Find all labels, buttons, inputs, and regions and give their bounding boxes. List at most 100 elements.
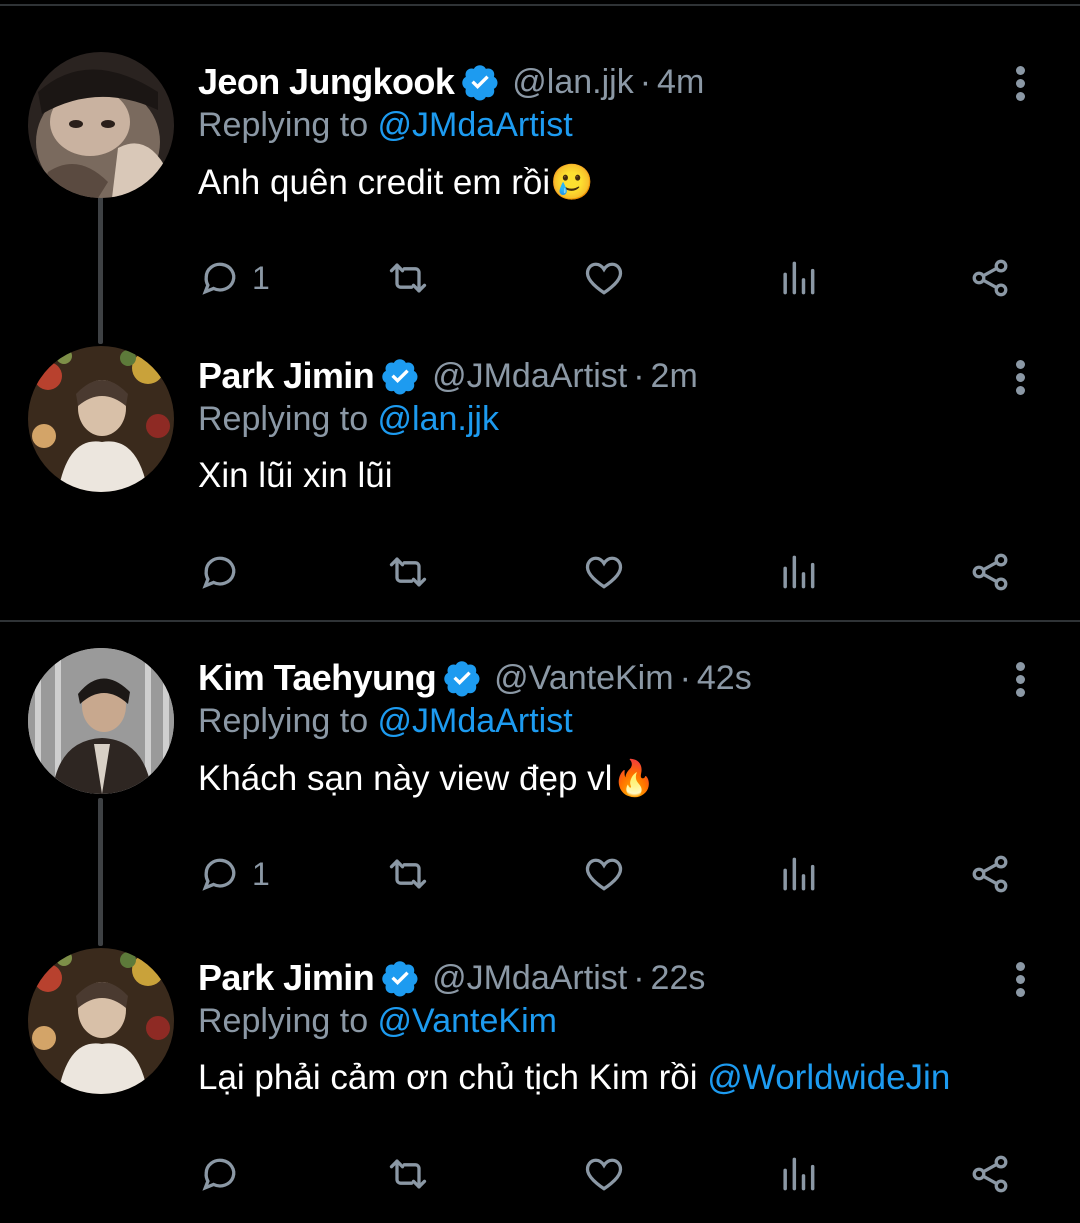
share-button[interactable] [968,542,1012,602]
tweet-text: Khách sạn này view đẹp vl🔥 [198,758,656,799]
verified-badge-icon [380,356,420,396]
replying-to-mention[interactable]: @VanteKim [378,1002,557,1040]
tweet[interactable]: Park Jimin @JMdaArtist · 22s Replying to @… [0,948,1080,1223]
tweet[interactable]: Jeon Jungkook @lan.jjk · 4m Replying to @J… [0,52,1080,352]
avatar[interactable] [28,346,174,492]
handle-and-time: @VanteKim · 42s [494,659,752,698]
replying-to-mention[interactable]: @JMdaArtist [378,702,573,740]
like-button[interactable] [582,844,626,904]
retweet-icon [389,557,427,587]
retweet-button[interactable] [386,1144,430,1204]
like-button[interactable] [582,1144,626,1204]
avatar-image-taehyung [28,648,174,794]
display-name[interactable]: Park Jimin [198,957,375,999]
retweet-icon [389,859,427,889]
heart-icon [585,556,623,589]
action-bar [198,542,1018,602]
replying-to-mention[interactable]: @lan.jjk [378,400,499,438]
tweet-header: Kim Taehyung @VanteKim · 42s [198,654,752,702]
more-vertical-icon[interactable] [1006,658,1036,702]
share-icon [972,553,1008,591]
reply-bubble-icon [202,262,236,295]
timestamp[interactable]: 4m [657,63,704,101]
top-divider [0,4,1080,6]
views-button[interactable] [776,248,820,308]
more-vertical-icon[interactable] [1006,356,1036,400]
reply-button[interactable] [198,542,252,602]
tweet-text: Anh quên credit em rồi🥲 [198,162,594,203]
replying-to-mention[interactable]: @JMdaArtist [378,106,573,144]
like-button[interactable] [582,248,626,308]
tweet-text-content: Lại phải cảm ơn chủ tịch Kim rồi [198,1058,708,1097]
handle[interactable]: @JMdaArtist [432,357,627,395]
action-bar: 1 [198,248,1018,308]
reply-button[interactable]: 1 [198,248,270,308]
verified-badge-icon [442,658,482,698]
more-vertical-icon[interactable] [1006,62,1036,106]
tweet-header: Park Jimin @JMdaArtist · 2m [198,352,698,400]
separator-dot: · [679,658,691,697]
retweet-button[interactable] [386,844,430,904]
timestamp[interactable]: 22s [651,959,706,997]
share-icon [972,259,1008,297]
display-name[interactable]: Kim Taehyung [198,657,437,699]
reply-bubble-icon [202,556,236,589]
handle-and-time: @JMdaArtist · 2m [432,357,698,396]
replying-to: Replying to @JMdaArtist [198,702,573,741]
more-vertical-icon[interactable] [1006,958,1036,1002]
display-name[interactable]: Jeon Jungkook [198,61,455,103]
heart-icon [585,858,623,891]
retweet-icon [389,1159,427,1189]
reply-button[interactable]: 1 [198,844,270,904]
tweet-text: Xin lũi xin lũi [198,456,393,496]
replying-to: Replying to @VanteKim [198,1002,557,1041]
reply-bubble-icon [202,1158,236,1191]
handle[interactable]: @JMdaArtist [432,959,627,997]
action-bar: 1 [198,844,1018,904]
emoji: 🥲 [550,163,594,202]
reply-button[interactable] [198,1144,252,1204]
timestamp[interactable]: 42s [697,659,752,697]
reply-count: 1 [252,259,270,296]
like-button[interactable] [582,542,626,602]
tweet[interactable]: Park Jimin @JMdaArtist · 2m Replying to @l… [0,346,1080,646]
share-icon [972,1155,1008,1193]
avatar[interactable] [28,948,174,1094]
retweet-button[interactable] [386,542,430,602]
action-bar [198,1144,1018,1204]
views-bar-icon [783,857,815,891]
share-button[interactable] [968,1144,1012,1204]
display-name[interactable]: Park Jimin [198,355,375,397]
tweet-header: Park Jimin @JMdaArtist · 22s [198,954,705,1002]
avatar[interactable] [28,648,174,794]
timestamp[interactable]: 2m [651,357,698,395]
replying-to-label: Replying to [198,702,378,740]
emoji: 🔥 [612,759,657,798]
share-button[interactable] [968,844,1012,904]
heart-icon [585,1158,623,1191]
retweet-icon [389,263,427,293]
handle-and-time: @lan.jjk · 4m [512,63,704,102]
reply-bubble-icon [202,858,236,891]
tweet[interactable]: Kim Taehyung @VanteKim · 42s Replying to @… [0,648,1080,948]
views-bar-icon [783,1157,815,1191]
replying-to: Replying to @lan.jjk [198,400,499,439]
retweet-button[interactable] [386,248,430,308]
share-button[interactable] [968,248,1012,308]
avatar[interactable] [28,52,174,198]
tweet-text-content: Anh quên credit em rồi [198,163,551,202]
verified-badge-icon [380,958,420,998]
replying-to-label: Replying to [198,400,378,438]
handle[interactable]: @lan.jjk [512,63,633,101]
views-button[interactable] [776,542,820,602]
views-button[interactable] [776,1144,820,1204]
tweet-mention[interactable]: @WorldwideJin [707,1058,950,1097]
heart-icon [585,262,623,295]
handle[interactable]: @VanteKim [494,659,673,697]
views-button[interactable] [776,844,820,904]
tweet-text-content: Khách sạn này view đẹp vl [198,759,613,798]
share-icon [972,855,1008,893]
avatar-image-jungkook [28,52,174,198]
handle-and-time: @JMdaArtist · 22s [432,959,705,998]
replying-to-label: Replying to [198,1002,378,1040]
